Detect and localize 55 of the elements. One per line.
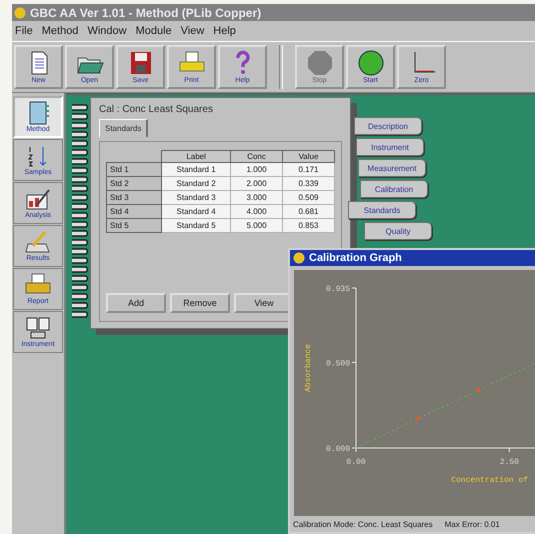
side-tab[interactable]: Calibration <box>360 180 428 198</box>
status-text: Calibration Mode: Conc. Least Squares <box>293 520 433 528</box>
table-cell: Standard 5 <box>162 218 231 232</box>
menu-item[interactable]: File <box>15 25 33 37</box>
status-text: Max Error: 0.01 <box>444 520 500 528</box>
table-cell: 1.000 <box>230 162 283 176</box>
data-point <box>476 388 481 392</box>
menu-item[interactable]: Help <box>213 25 236 37</box>
table-cell: 0.853 <box>282 218 334 232</box>
table-cell: Standard 2 <box>162 176 231 190</box>
side-tab[interactable]: Standards <box>348 201 416 219</box>
data-point <box>415 416 420 421</box>
table-cell: Standard 1 <box>162 162 231 176</box>
table-cell: 3.000 <box>230 190 283 204</box>
table-cell: 0.171 <box>282 162 334 176</box>
column-header: Value <box>282 150 334 162</box>
panel-button[interactable]: Add <box>106 293 166 313</box>
row-header: Std 2 <box>106 176 162 190</box>
side-tab[interactable]: Instrument <box>356 138 424 156</box>
row-header: Std 1 <box>106 162 162 176</box>
menu-item[interactable]: Module <box>136 25 172 37</box>
table-cell: 5.000 <box>230 218 283 232</box>
y-tick-label: 0.000 <box>326 445 350 454</box>
x-tick-label: 2.50 <box>500 458 519 467</box>
window-title: GBC AA Ver 1.01 - Method (PLib Copper) <box>30 6 262 20</box>
side-tab[interactable]: Measurement <box>358 159 426 177</box>
y-axis-title: Absorbance <box>304 344 313 392</box>
table-cell: Standard 3 <box>162 190 231 204</box>
window-title: Calibration Graph <box>309 252 402 264</box>
y-tick-label: 0.500 <box>326 359 350 368</box>
menu-item[interactable]: Window <box>87 25 127 37</box>
circle-icon <box>356 50 386 76</box>
y-tick-label: 0.935 <box>326 285 350 294</box>
menu-item[interactable]: Method <box>42 25 78 37</box>
x-axis-title: Concentration of <box>451 476 528 485</box>
table-cell: 2.000 <box>230 176 283 190</box>
app-icon <box>14 6 26 18</box>
panel-button[interactable]: Remove <box>170 293 230 313</box>
column-header: Label <box>162 150 231 162</box>
row-header: Std 5 <box>106 218 162 232</box>
tab[interactable]: Standards <box>99 119 148 137</box>
window-title: Cal : Conc Least Squares <box>99 104 214 115</box>
table-cell: 4.000 <box>230 204 283 218</box>
table-cell: 0.339 <box>282 176 334 190</box>
column-header: Conc <box>230 150 283 162</box>
row-header: Std 4 <box>106 204 162 218</box>
table-cell: 0.509 <box>282 190 334 204</box>
menu-item[interactable]: View <box>180 25 204 37</box>
app-icon <box>293 252 305 264</box>
side-tab[interactable]: Quality <box>364 222 432 240</box>
side-tab[interactable]: Description <box>354 117 422 135</box>
table-cell: 0.681 <box>282 204 334 218</box>
row-header: Std 3 <box>106 190 162 204</box>
table-cell: Standard 4 <box>162 204 231 218</box>
x-tick-label: 0.00 <box>346 458 366 467</box>
